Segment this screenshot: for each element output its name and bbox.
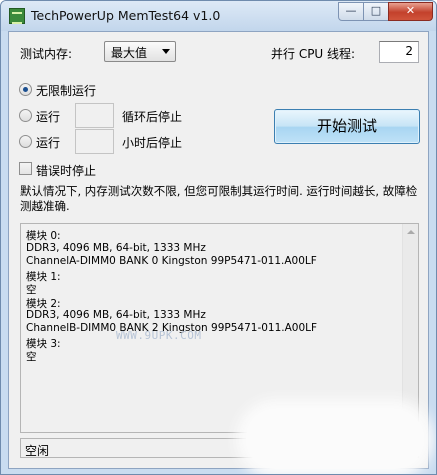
cycles-prefix-label: 运行 (36, 110, 61, 124)
log-line: 模块 0: (26, 230, 61, 242)
title-bar[interactable]: TechPowerUp MemTest64 v1.0 — □ ✕ (1, 1, 436, 31)
cycles-suffix-label: 循环后停止 (122, 110, 183, 124)
status-text: 空闲 (25, 444, 50, 458)
hours-suffix-label: 小时后停止 (122, 136, 183, 150)
start-test-button[interactable]: 开始测试 (274, 109, 420, 144)
unlimited-label: 无限制运行 (36, 84, 97, 98)
threads-label: 并行 CPU 线程: (271, 47, 356, 61)
hours-input[interactable] (75, 129, 114, 154)
log-line: 空 (26, 284, 37, 296)
stop-on-error-checkbox[interactable] (19, 162, 32, 175)
log-scrollbar[interactable] (402, 224, 418, 432)
window-title: TechPowerUp MemTest64 v1.0 (31, 8, 221, 23)
close-button[interactable]: ✕ (388, 2, 433, 21)
chevron-down-icon (162, 49, 170, 54)
unlimited-radio[interactable] (19, 83, 32, 96)
hours-prefix-label: 运行 (36, 136, 61, 150)
threads-input[interactable]: 2 (379, 41, 419, 63)
stop-on-error-label: 错误时停止 (36, 164, 97, 178)
hours-radio[interactable] (19, 135, 32, 148)
log-line: DDR3, 4096 MB, 64-bit, 1333 MHz (26, 309, 206, 321)
app-window: TechPowerUp MemTest64 v1.0 — □ ✕ 测试内存: 最… (0, 0, 437, 475)
maximize-button[interactable]: □ (363, 2, 389, 21)
scroll-up-arrow-icon[interactable] (407, 230, 415, 234)
memory-select-value: 最大值 (111, 46, 148, 60)
watermark: WWW.9UPK.COM (116, 329, 202, 342)
memory-label: 测试内存: (20, 47, 73, 61)
log-line: ChannelA-DIMM0 BANK 0 Kingston 99P5471-0… (26, 255, 317, 267)
log-line: DDR3, 4096 MB, 64-bit, 1333 MHz (26, 242, 206, 254)
module-log[interactable]: 模块 0: DDR3, 4096 MB, 64-bit, 1333 MHz Ch… (20, 223, 419, 433)
obscured-area (246, 409, 424, 469)
log-line: 空 (26, 351, 37, 363)
main-panel: 测试内存: 最大值 并行 CPU 线程: 2 无限制运行 运行 循环后停止 运行… (8, 31, 429, 469)
info-text: 默认情况下, 内存测试次数不限, 但您可限制其运行时间. 运行时间越长, 故障检… (20, 184, 418, 213)
cycles-input[interactable] (75, 103, 114, 128)
cycles-radio[interactable] (19, 109, 32, 122)
minimize-button[interactable]: — (338, 2, 364, 21)
memory-select[interactable]: 最大值 (104, 41, 176, 62)
memtest-app-icon (9, 8, 25, 24)
